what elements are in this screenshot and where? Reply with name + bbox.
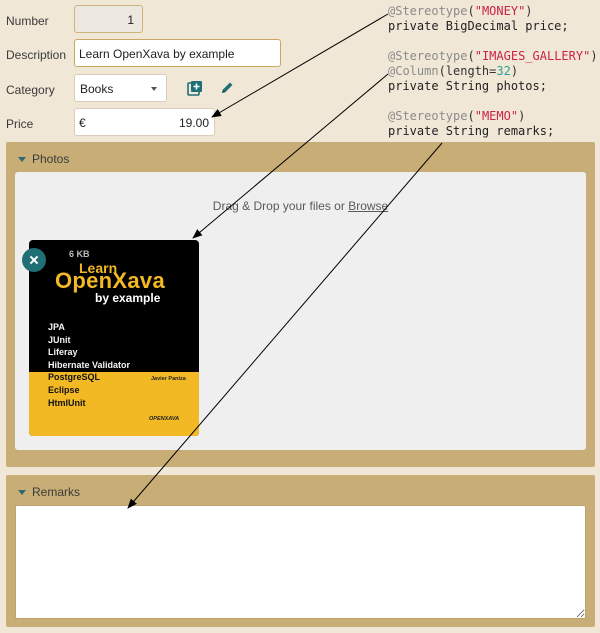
code-annotation: @Stereotype bbox=[388, 4, 468, 18]
code-args: (length= bbox=[438, 64, 497, 78]
remarks-textarea[interactable] bbox=[15, 505, 586, 619]
remarks-title: Remarks bbox=[32, 485, 81, 499]
code-annotation: @Stereotype bbox=[388, 49, 468, 63]
topic-item: Eclipse bbox=[48, 384, 80, 395]
number-field[interactable]: 1 bbox=[74, 5, 143, 33]
topic-item: HtmlUnit bbox=[48, 397, 86, 408]
code-snippet: @Stereotype("MONEY") private BigDecimal … bbox=[388, 4, 598, 138]
chevron-down-icon bbox=[151, 87, 157, 91]
collapse-triangle-icon[interactable] bbox=[18, 490, 26, 496]
photo-thumbnail[interactable]: 6 KB Learn OpenXava by example JPA JUnit… bbox=[29, 240, 199, 436]
category-label: Category bbox=[6, 83, 55, 97]
dropzone-text: Drag & Drop your files or bbox=[212, 199, 345, 213]
topic-item: Liferay bbox=[48, 347, 78, 358]
pencil-icon[interactable] bbox=[220, 80, 235, 100]
code-line: private String photos; bbox=[388, 79, 547, 93]
topic-item: PostgreSQL bbox=[48, 372, 101, 383]
code-string: "IMAGES_GALLERY" bbox=[474, 49, 591, 63]
price-field[interactable]: € 19.00 bbox=[74, 108, 215, 136]
description-label: Description bbox=[6, 48, 67, 62]
category-value: Books bbox=[80, 82, 114, 96]
add-icon[interactable] bbox=[187, 80, 203, 101]
code-line: private String remarks; bbox=[388, 124, 555, 138]
dropzone-hint: Drag & Drop your files or Browse bbox=[15, 199, 586, 213]
code-annotation: @Column bbox=[388, 64, 439, 78]
cover-title-line3: by example bbox=[95, 291, 161, 305]
topic-item: JUnit bbox=[48, 334, 71, 345]
currency-symbol: € bbox=[79, 116, 86, 130]
photos-section: Photos Drag & Drop your files or Browse … bbox=[6, 142, 595, 467]
category-select[interactable]: Books bbox=[74, 74, 167, 102]
code-annotation: @Stereotype bbox=[388, 109, 468, 123]
description-field[interactable]: Learn OpenXava by example bbox=[74, 39, 281, 67]
photos-section-header[interactable]: Photos bbox=[18, 152, 69, 166]
number-label: Number bbox=[6, 14, 49, 28]
browse-link[interactable]: Browse bbox=[348, 199, 388, 213]
remarks-section: Remarks bbox=[6, 475, 595, 627]
topic-item: JPA bbox=[48, 322, 65, 332]
photos-title: Photos bbox=[32, 152, 70, 166]
file-size: 6 KB bbox=[69, 249, 90, 259]
topic-item: Hibernate Validator bbox=[48, 359, 131, 370]
code-number: 32 bbox=[496, 64, 511, 78]
cover-publisher: OPENXAVA bbox=[149, 416, 180, 422]
cover-topics: JPA JUnit Liferay Hibernate Validator Po… bbox=[48, 321, 130, 409]
code-string: "MONEY" bbox=[474, 4, 526, 18]
collapse-triangle-icon[interactable] bbox=[18, 157, 26, 163]
code-line: private BigDecimal price; bbox=[388, 19, 569, 33]
code-string: "MEMO" bbox=[474, 109, 519, 123]
remove-photo-button[interactable] bbox=[22, 248, 46, 272]
remarks-section-header[interactable]: Remarks bbox=[18, 485, 80, 499]
price-label: Price bbox=[6, 117, 34, 131]
price-value: 19.00 bbox=[178, 116, 209, 130]
cover-author: Javier Paniza bbox=[151, 376, 186, 382]
photos-dropzone[interactable]: Drag & Drop your files or Browse 6 KB Le… bbox=[15, 172, 586, 450]
